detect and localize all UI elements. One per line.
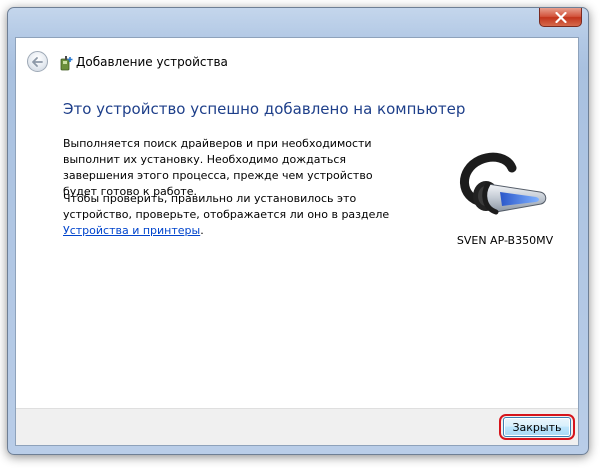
- verify-text-suffix: .: [200, 224, 204, 237]
- wizard-content: Добавление устройства Это устройство усп…: [15, 37, 579, 446]
- title-bar[interactable]: [8, 8, 588, 36]
- close-x-icon: [554, 11, 567, 23]
- add-device-icon: [60, 56, 73, 71]
- verify-text-prefix: Чтобы проверить, правильно ли установило…: [63, 192, 390, 221]
- page-heading: Это устройство успешно добавлено на комп…: [63, 100, 466, 118]
- wizard-footer: Закрыть: [16, 408, 578, 445]
- back-arrow-icon: [32, 56, 43, 67]
- wizard-window: Добавление устройства Это устройство усп…: [7, 7, 589, 455]
- back-button[interactable]: [27, 51, 48, 72]
- devices-printers-link[interactable]: Устройства и принтеры: [63, 224, 200, 237]
- wizard-title: Добавление устройства: [76, 55, 228, 69]
- close-button[interactable]: Закрыть: [503, 417, 571, 437]
- bluetooth-headset-icon: [460, 152, 547, 215]
- wizard-header: Добавление устройства: [16, 38, 578, 78]
- verify-info-text: Чтобы проверить, правильно ли установило…: [63, 191, 393, 239]
- device-name: SVEN AP-B350MV: [456, 234, 554, 247]
- window-close-button[interactable]: [539, 8, 582, 27]
